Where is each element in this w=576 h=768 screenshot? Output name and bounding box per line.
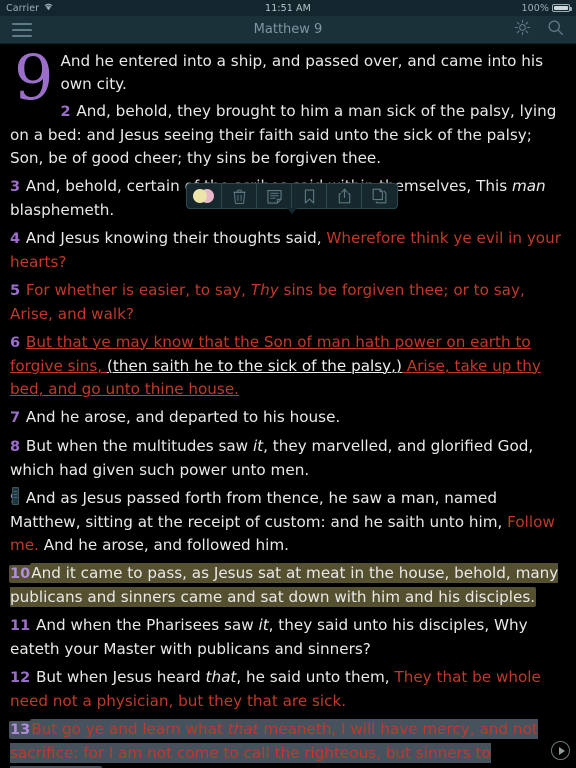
verse-5-emphasis: Thy (250, 281, 279, 299)
verse-12-text-b: , he said unto them, (236, 668, 395, 686)
scripture-reader[interactable]: 9 And he entered into a ship, and passed… (0, 44, 576, 768)
verse-2-text: And, behold, they brought to him a man s… (10, 102, 557, 167)
verse-number-2: 2 (60, 104, 71, 120)
verse-number-6: 6 (10, 335, 21, 351)
status-bar: Carrier 11:51 AM 100% (0, 0, 576, 16)
note-icon[interactable] (257, 184, 292, 208)
battery-percent-label: 100% (521, 2, 549, 14)
verse-number-12: 12 (10, 670, 31, 686)
verse-8-emphasis: it (252, 437, 264, 455)
verse-5[interactable]: 5 For whether is easier, to say, Thy sin… (10, 279, 566, 326)
search-icon[interactable] (547, 19, 564, 40)
verse-9-text-b: And he arose, and followed him. (38, 536, 289, 554)
verse-8-text-a: But when the multitudes saw (25, 437, 253, 455)
verse-3-emphasis: man (511, 177, 546, 195)
verse-number-10: 10 (10, 566, 32, 582)
verse-13-words-of-jesus-a: But go ye and learn what (31, 720, 228, 738)
copy-icon[interactable] (362, 184, 397, 208)
verse-2[interactable]: 2 And, behold, they brought to him a man… (10, 100, 566, 170)
hamburger-menu-icon[interactable] (12, 22, 32, 37)
status-bar-clock: 11:51 AM (265, 2, 311, 14)
verse-10[interactable]: 10And it came to pass, as Jesus sat at m… (10, 562, 566, 609)
bible-reader-app: Carrier 11:51 AM 100% Matthew 9 9 And he… (0, 0, 576, 768)
verse-7[interactable]: 7 And he arose, and departed to his hous… (10, 406, 566, 430)
bookmark-icon[interactable] (292, 184, 327, 208)
verse-11[interactable]: 11 And when the Pharisees saw it, they s… (10, 614, 566, 661)
verse-9[interactable]: 9 And as Jesus passed forth from thence,… (10, 487, 566, 557)
verse-number-11: 11 (10, 618, 31, 634)
battery-icon (552, 4, 572, 12)
verse-11-emphasis: it (258, 616, 269, 634)
verse-12-text-a: But when Jesus heard (36, 668, 206, 686)
share-icon[interactable] (327, 184, 362, 208)
verse-7-text: And he arose, and departed to his house. (25, 408, 341, 426)
page-title: Matthew 9 (253, 22, 323, 37)
verse-6-narrative-aside: (then saith he to the sick of the palsy,… (106, 357, 402, 375)
nav-bar: Matthew 9 (0, 16, 576, 44)
verse-number-4: 4 (10, 231, 21, 247)
verse-number-5: 5 (10, 283, 21, 299)
verse-12[interactable]: 12 But when Jesus heard that, he said un… (10, 666, 566, 713)
chapter-drop-cap: 9 (14, 44, 54, 114)
verse-number-3: 3 (10, 179, 21, 195)
verse-4-text-a: And Jesus knowing their thoughts said, (25, 229, 327, 247)
note-marker-icon[interactable] (12, 487, 19, 505)
verse-6[interactable]: 6 But that ye may know that the Son of m… (10, 331, 566, 401)
verse-11-text-a: And when the Pharisees saw (36, 616, 259, 634)
verse-number-8: 8 (10, 439, 21, 455)
highlight-color-swatch[interactable] (187, 184, 222, 208)
verse-1-text: And he entered into a ship, and passed o… (60, 52, 544, 93)
verse-13-emphasis: that (227, 720, 259, 738)
verse-1[interactable]: 9 And he entered into a ship, and passed… (10, 47, 566, 109)
verse-8[interactable]: 8 But when the multitudes saw it, they m… (10, 435, 566, 482)
play-triangle-icon (558, 746, 565, 755)
verse-number-13: 13 (10, 722, 32, 738)
selection-popup-toolbar[interactable] (186, 183, 398, 214)
nav-bar-actions (514, 19, 564, 40)
highlight-color-circles-icon (193, 189, 215, 203)
verse-9-text-a: And as Jesus passed forth from thence, h… (10, 489, 508, 531)
verse-3-text-b: blasphemeth. (10, 201, 115, 219)
play-circle-icon[interactable] (551, 741, 570, 760)
verse-10-text: And it came to pass, as Jesus sat at mea… (10, 564, 559, 606)
verse-4[interactable]: 4 And Jesus knowing their thoughts said,… (10, 227, 566, 274)
verse-number-7: 7 (10, 410, 21, 426)
status-bar-right: 100% (521, 2, 572, 14)
delete-icon[interactable] (222, 184, 257, 208)
verse-12-emphasis: that (205, 668, 237, 686)
brightness-sun-icon[interactable] (514, 19, 531, 40)
verse-13[interactable]: 13But go ye and learn what that meaneth,… (10, 718, 566, 768)
verse-5-words-of-jesus-a: For whether is easier, to say, (25, 281, 251, 299)
